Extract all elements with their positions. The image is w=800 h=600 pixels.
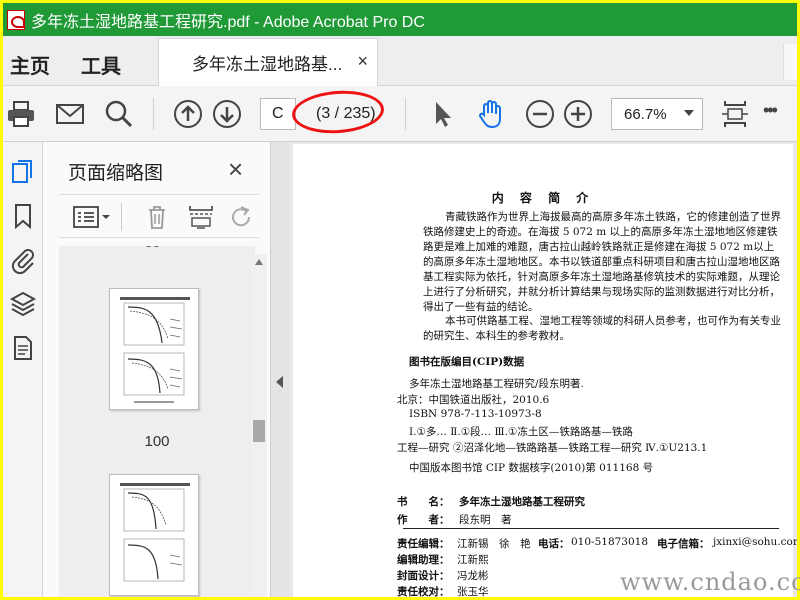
- thumbnail-page[interactable]: [109, 474, 199, 596]
- divider: [403, 528, 779, 529]
- collapse-left-icon[interactable]: [276, 376, 283, 388]
- audience-paragraph: 本书可供路基工程、湿地工程等领域的科研人员参考，也可作为有关专业的研究生、本科生…: [423, 315, 781, 342]
- book-value: 多年冻土湿地路基工程研究: [459, 496, 585, 508]
- tab-bar: 主页 工具 多年冻土湿地路基... ×: [3, 36, 797, 86]
- proof-label: 责任校对：: [397, 586, 450, 597]
- book-label: 书 名：: [397, 496, 450, 508]
- document-view[interactable]: 内 容 简 介 青藏铁路作为世界上海拔最高的高原多年冻土铁路，它的修建创造了世界…: [289, 142, 797, 597]
- acrobat-logo-icon: [7, 9, 25, 30]
- editor-label: 责任编辑：: [397, 538, 450, 550]
- close-tab-icon[interactable]: ×: [357, 51, 368, 72]
- layers-icon[interactable]: [9, 290, 37, 318]
- editor-value: 江新锡 徐 艳: [457, 538, 531, 550]
- attachments-icon[interactable]: [9, 246, 37, 274]
- toolbar: C (3 / 235) 66.7% •••: [3, 86, 797, 142]
- phone-value: 010-51873018: [571, 536, 649, 548]
- cip-line: 工程—研究 ②沼泽化地—铁路路基—铁路工程—研究 Ⅳ.①U213.1: [397, 442, 708, 454]
- assist-value: 江新熙: [457, 554, 489, 566]
- title-bar: 多年冻土湿地路基工程研究.pdf - Adobe Acrobat Pro DC: [3, 3, 797, 36]
- left-rail: [3, 142, 43, 597]
- cip-line: 北京：中国铁道出版社，2010.6: [397, 394, 550, 406]
- next-page-icon[interactable]: [211, 98, 243, 130]
- cip-line: 中国版本图书馆 CIP 数据核字(2010)第 011168 号: [409, 462, 654, 474]
- tab-document[interactable]: 多年冻土湿地路基... ×: [158, 38, 378, 86]
- document-icon[interactable]: [9, 334, 37, 362]
- zoom-in-icon[interactable]: [562, 98, 594, 130]
- cover-value: 冯龙彬: [457, 570, 489, 582]
- more-icon[interactable]: •••: [763, 100, 795, 132]
- cip-title: 图书在版编目(CIP)数据: [409, 356, 525, 368]
- zoom-out-icon[interactable]: [524, 98, 556, 130]
- phone-label: 电话：: [538, 538, 570, 550]
- summary-paragraph: 青藏铁路作为世界上海拔最高的高原多年冻土铁路，它的修建创造了世界铁路修建史上的奇…: [423, 211, 781, 313]
- page-heading: 内 容 简 介: [491, 191, 595, 205]
- thumbnail-page[interactable]: [109, 288, 199, 410]
- bookmarks-icon[interactable]: [9, 202, 37, 230]
- search-icon[interactable]: [103, 98, 135, 130]
- thumbnail-scrollbar[interactable]: [251, 254, 267, 597]
- zoom-select[interactable]: 66.7%: [611, 98, 703, 130]
- proof-value: 张玉华: [457, 586, 489, 597]
- thumbnail-figure-icon: [120, 483, 190, 582]
- hand-icon[interactable]: [475, 98, 507, 130]
- panel-collapse-handle[interactable]: [271, 142, 289, 597]
- acrobat-window: 多年冻土湿地路基工程研究.pdf - Adobe Acrobat Pro DC …: [3, 3, 797, 597]
- thumbnail-figure-icon: [120, 297, 190, 403]
- cip-line: ISBN 978-7-113-10973-8: [409, 408, 542, 420]
- highlight-ellipse: [290, 87, 386, 137]
- page-number-input[interactable]: C: [260, 98, 296, 130]
- author-label: 作 者：: [397, 514, 450, 526]
- toolbar-separator: [153, 98, 154, 130]
- panel-title: 页面缩略图: [68, 163, 164, 184]
- assist-label: 编辑助理：: [397, 554, 450, 566]
- options-icon[interactable]: [73, 204, 111, 230]
- scrollbar-thumb[interactable]: [253, 420, 265, 442]
- cip-line: Ⅰ.①多… Ⅱ.①段… Ⅲ.①冻土区—铁路路基—铁路: [409, 426, 633, 438]
- scroll-up-icon[interactable]: [255, 259, 263, 265]
- email-label: 电子信箱：: [657, 538, 710, 550]
- author-value: 段东明 著: [459, 514, 512, 526]
- print-icon[interactable]: [5, 98, 37, 130]
- rotate-icon[interactable]: [227, 204, 255, 230]
- thumbnails-icon[interactable]: [9, 158, 37, 186]
- extract-pages-icon[interactable]: [187, 204, 215, 230]
- close-panel-icon[interactable]: ×: [228, 154, 243, 185]
- cip-line: 多年冻土湿地路基工程研究/段东明著.: [409, 378, 584, 390]
- toolbar-separator: [405, 98, 406, 130]
- delete-icon[interactable]: [143, 204, 171, 230]
- pdf-page: 内 容 简 介 青藏铁路作为世界上海拔最高的高原多年冻土铁路，它的修建创造了世界…: [293, 144, 797, 597]
- thumbnail-tools: [59, 194, 259, 238]
- select-arrow-icon[interactable]: [427, 98, 459, 130]
- email-value: jxinxi@sohu.com: [713, 536, 797, 548]
- email-icon[interactable]: [54, 98, 86, 130]
- prev-page-number-fragment: 99: [145, 246, 161, 250]
- thumbnail-page-number: 100: [144, 433, 170, 450]
- fit-page-icon[interactable]: [719, 98, 751, 130]
- chevron-down-icon: [684, 110, 694, 116]
- watermark: www.cndao.com: [620, 568, 800, 596]
- tab-tools[interactable]: 工具: [81, 50, 121, 79]
- document-tab-label: 多年冻土湿地路基...: [192, 55, 343, 74]
- window-title: 多年冻土湿地路基工程研究.pdf - Adobe Acrobat Pro DC: [31, 13, 425, 31]
- prev-page-icon[interactable]: [172, 98, 204, 130]
- tab-scroll-handle[interactable]: [783, 44, 797, 80]
- zoom-value: 66.7%: [624, 105, 667, 123]
- tab-home[interactable]: 主页: [10, 50, 50, 79]
- thumbnails-panel: 页面缩略图 × 99: [43, 142, 271, 597]
- cover-label: 封面设计：: [397, 570, 450, 582]
- tools-separator: [121, 203, 122, 231]
- thumbnail-list[interactable]: 99 100: [59, 246, 255, 597]
